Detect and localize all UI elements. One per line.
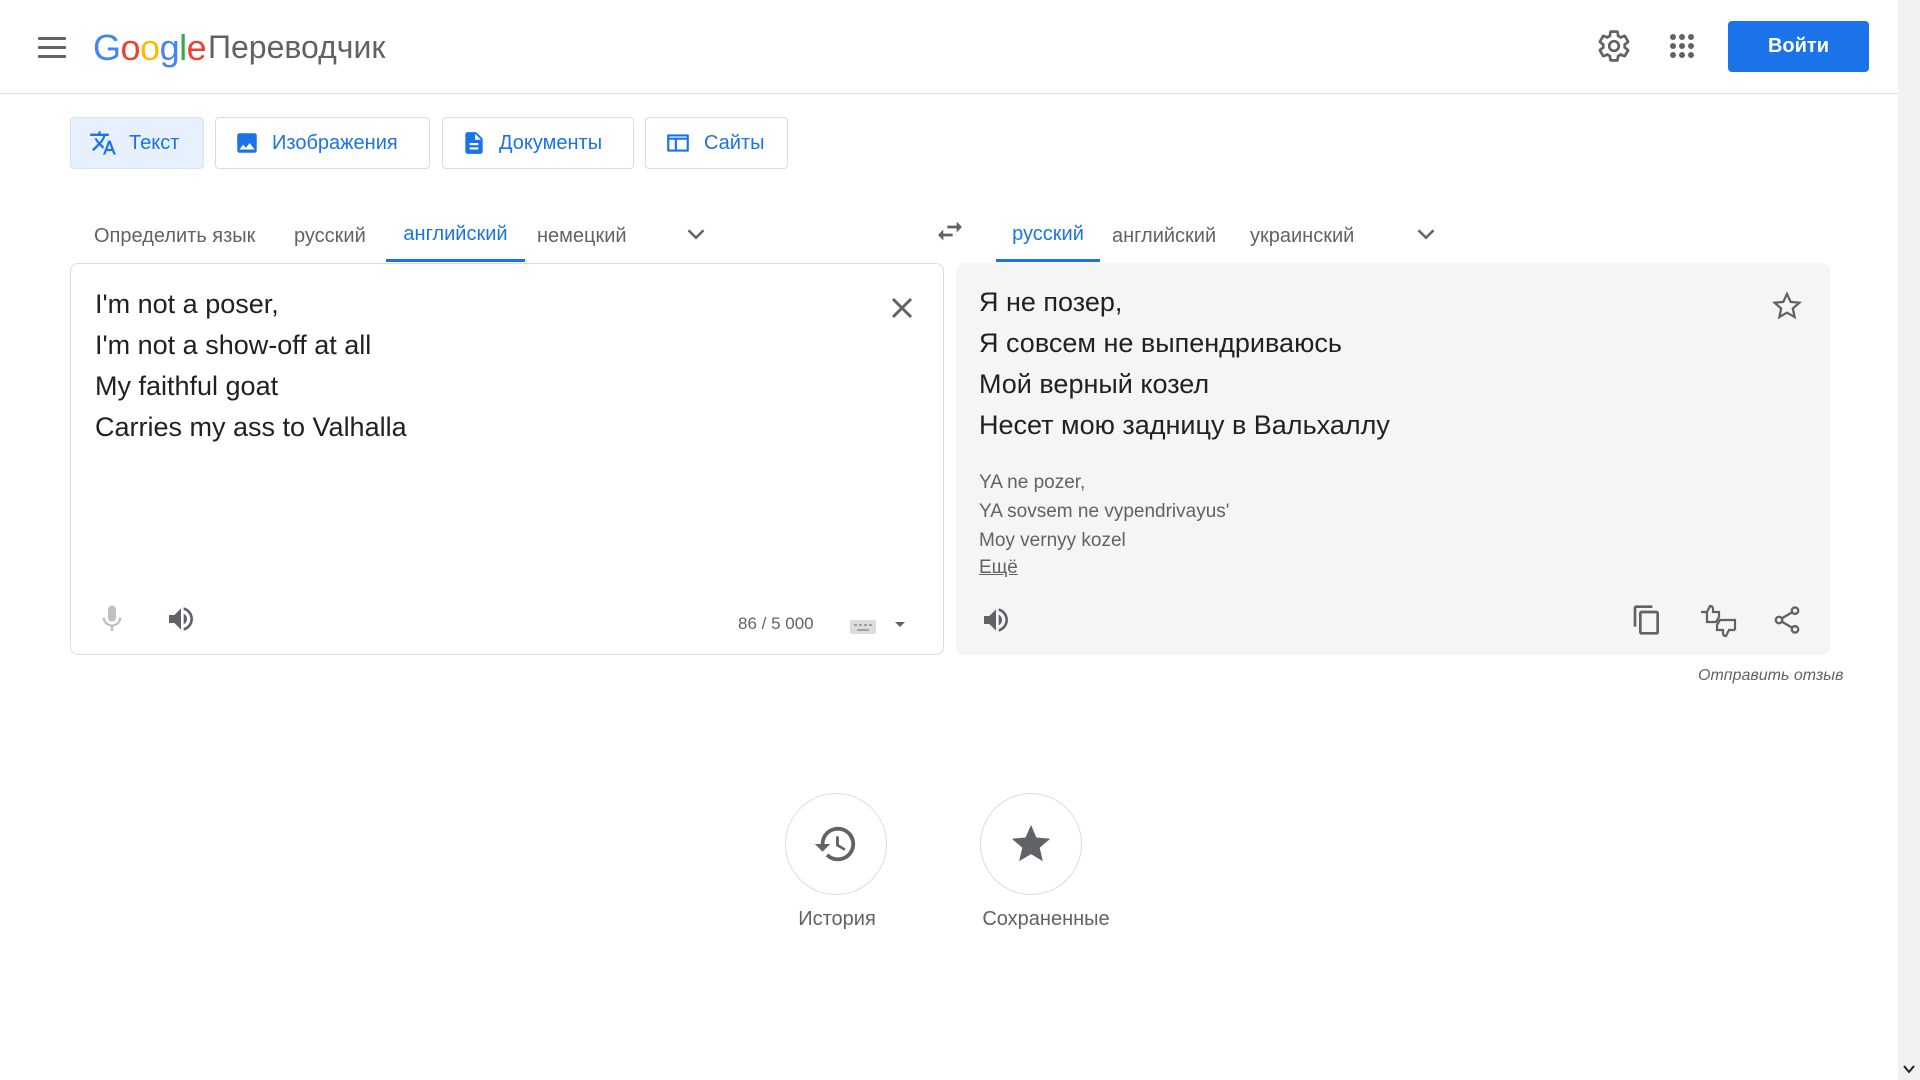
hamburger-menu-icon[interactable] [36,33,68,59]
keyboard-dropdown-icon[interactable] [892,616,908,637]
tab-images[interactable]: Изображения [215,117,430,169]
translation-listen-speaker-icon[interactable] [980,604,1012,641]
google-logo[interactable]: Google [93,27,207,69]
source-lang-chevron-down-icon[interactable] [681,219,711,254]
more-link[interactable]: Ещё [979,557,1018,579]
settings-gear-icon[interactable] [1596,28,1632,64]
transliteration: YA ne pozer, YA sovsem ne vypendrivayus'… [979,468,1579,555]
star-icon [1011,824,1051,862]
source-lang-detect[interactable]: Определить язык [82,210,267,262]
image-icon [237,133,257,153]
tab-websites-label: Сайты [704,131,765,154]
send-feedback-link[interactable]: Отправить отзыв [1698,667,1843,685]
document-icon [465,132,483,154]
logo-letter: o [120,27,141,68]
logo-letter: g [159,27,180,68]
source-listen-speaker-icon[interactable] [165,603,197,640]
apps-grid-icon[interactable] [1664,28,1700,64]
transliteration-line: Moy vernyy kozel [979,530,1126,551]
target-lang-russian[interactable]: русский [996,210,1100,262]
saved-label: Сохраненные [982,908,1110,930]
target-lang-chevron-down-icon[interactable] [1411,219,1441,254]
clear-text-close-icon[interactable] [884,290,920,331]
character-counter: 86 / 5 000 [738,614,814,633]
source-line: I'm not a show-off at all [95,330,372,360]
tab-text-label: Текст [129,131,180,154]
history-button[interactable] [785,793,887,895]
source-lang-english[interactable]: английский [386,210,525,262]
target-lang-ukrainian[interactable]: украинский [1238,210,1366,262]
source-line: My faithful goat [95,371,279,401]
save-star-icon[interactable] [1770,289,1804,328]
logo-letter: G [93,27,121,68]
tab-text[interactable]: Текст [70,117,204,169]
copy-icon[interactable] [1631,604,1663,641]
share-icon[interactable] [1771,604,1803,641]
history-label: История [798,908,876,930]
top-app-bar: Google Переводчик Войти [0,0,1898,94]
logo-letter: o [140,27,160,68]
microphone-icon[interactable] [96,603,128,640]
tab-documents[interactable]: Документы [442,117,634,169]
logo-letter: e [186,27,207,68]
scroll-down-arrow-icon[interactable] [1898,1058,1920,1080]
source-text-input[interactable]: I'm not a poser, I'm not a show-off at a… [95,284,875,448]
swap-languages-icon[interactable] [934,215,966,252]
vertical-scrollbar[interactable] [1898,0,1920,1080]
logo-letter: l [179,27,187,68]
tab-documents-label: Документы [499,131,603,154]
history-icon [814,826,856,862]
source-lang-german[interactable]: немецкий [525,210,639,262]
translation-line: Я совсем не выпендриваюсь [979,328,1342,358]
target-lang-english[interactable]: английский [1100,210,1228,262]
translation-line: Я не позер, [979,287,1123,317]
saved-button[interactable] [980,793,1082,895]
keyboard-icon[interactable] [849,616,877,641]
source-line: I'm not a poser, [95,289,279,319]
transliteration-line: YA ne pozer, [979,472,1086,493]
translate-icon [90,131,116,155]
rate-translation-icon[interactable] [1699,604,1737,643]
transliteration-line: YA sovsem ne vypendrivayus' [979,501,1230,522]
source-lang-russian[interactable]: русский [282,210,378,262]
tab-images-label: Изображения [272,131,398,154]
sign-in-button[interactable]: Войти [1728,21,1869,72]
translation-line: Мой верный козел [979,369,1210,399]
product-name: Переводчик [208,29,386,65]
tab-websites[interactable]: Сайты [645,117,788,169]
translation-line: Несет мою задницу в Вальхаллу [979,410,1390,440]
source-line: Carries my ass to Valhalla [95,412,407,442]
website-icon [667,134,689,152]
translation-output: Я не позер, Я совсем не выпендриваюсь Мо… [979,282,1759,446]
